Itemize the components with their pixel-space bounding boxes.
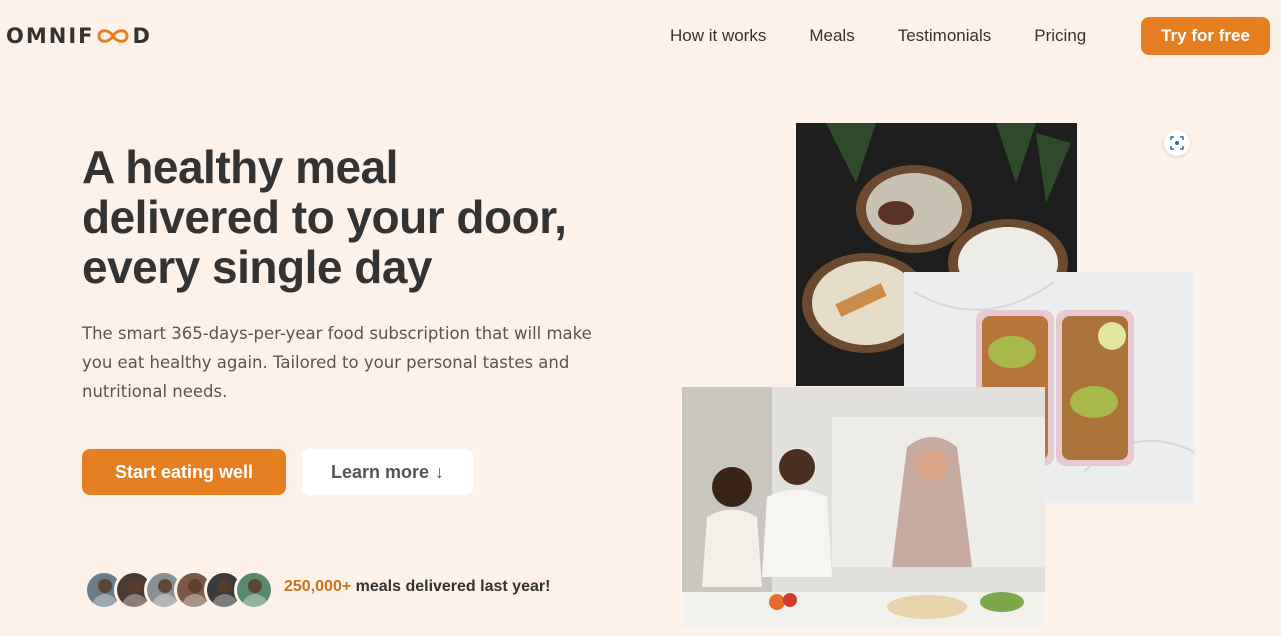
hero-title-line: every single day <box>82 241 432 293</box>
hero-title-line: A healthy meal <box>82 141 398 193</box>
avatar <box>234 570 274 610</box>
logo-text-left: OMNIF <box>6 24 95 48</box>
nav-how-it-works[interactable]: How it works <box>670 24 766 48</box>
customer-avatars <box>84 570 274 610</box>
nav-pricing[interactable]: Pricing <box>1034 24 1086 48</box>
learn-more-button[interactable]: Learn more ↓ <box>302 449 473 495</box>
hero-description: The smart 365-days-per-year food subscri… <box>82 324 592 401</box>
meals-delivered-count: 250,000+ <box>284 578 352 595</box>
hero-title: A healthy meal delivered to your door, e… <box>82 142 642 292</box>
site-header: OMNIF D How it works Meals Testimonials … <box>0 0 1281 72</box>
nav-meals[interactable]: Meals <box>809 24 854 48</box>
meals-delivered-text: 250,000+ meals delivered last year! <box>284 578 550 596</box>
logo-text-right: D <box>132 24 152 48</box>
start-eating-well-button[interactable]: Start eating well <box>82 449 286 495</box>
main-nav: How it works Meals Testimonials Pricing <box>670 24 1129 48</box>
arrow-down-icon: ↓ <box>435 461 445 482</box>
scan-icon-glyph <box>1170 136 1184 150</box>
family-cooking-image <box>682 387 1045 629</box>
try-for-free-button[interactable]: Try for free <box>1141 17 1270 55</box>
meals-delivered-label: meals delivered last year! <box>351 578 551 595</box>
nav-testimonials[interactable]: Testimonials <box>898 24 992 48</box>
hero-title-line: delivered to your door, <box>82 191 567 243</box>
scan-icon[interactable] <box>1164 130 1190 156</box>
family-cooking-illustration <box>682 387 1045 629</box>
infinity-icon <box>97 29 129 43</box>
logo[interactable]: OMNIF D <box>6 22 152 50</box>
learn-more-label: Learn more <box>330 461 430 482</box>
